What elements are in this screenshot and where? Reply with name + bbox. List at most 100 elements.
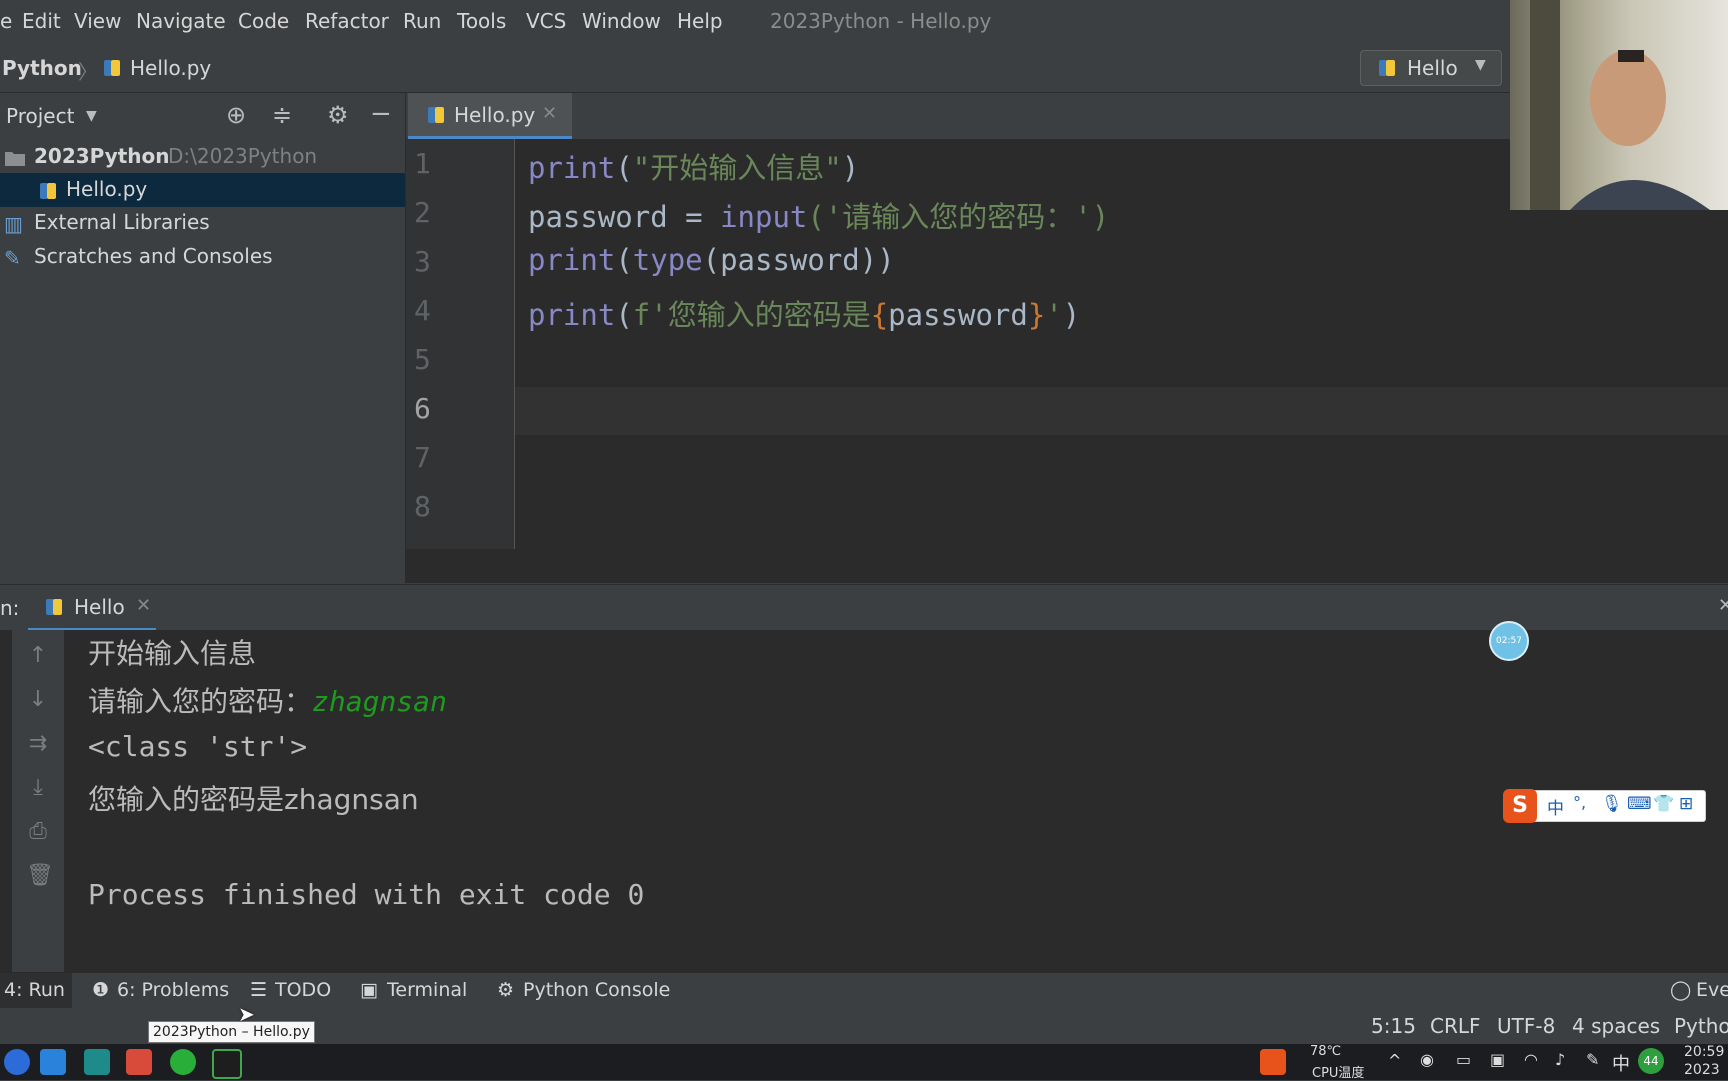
clock-time[interactable]: 20:59 (1684, 1044, 1724, 1060)
pen-icon[interactable]: ✎ (1586, 1050, 1599, 1069)
tree-item-label: Hello.py (66, 177, 148, 201)
python-icon (44, 597, 64, 617)
chevron-down-icon[interactable]: ▼ (86, 108, 97, 124)
tree-item-scratches[interactable]: ✎ Scratches and Consoles (0, 241, 405, 273)
recorder-timer-badge[interactable]: 02:57 (1489, 621, 1529, 661)
minimize-icon[interactable]: − (370, 99, 392, 129)
soft-wrap-icon[interactable]: ⇉ (26, 732, 50, 756)
event-log-icon: ◯ (1670, 979, 1692, 1001)
tab-problems[interactable]: 6: Problems (117, 979, 229, 1001)
python-file-icon (426, 105, 446, 125)
chevron-down-icon: ▼ (1475, 57, 1486, 73)
keyboard-icon[interactable]: ⌨ (1627, 794, 1652, 814)
menu-code[interactable]: Code (238, 9, 289, 33)
menu-file[interactable]: e (0, 9, 12, 33)
close-icon[interactable]: ✕ (1718, 595, 1728, 616)
menu-help[interactable]: Help (677, 9, 723, 33)
clock-date[interactable]: 2023 (1684, 1062, 1720, 1078)
tree-item-external-libraries[interactable]: ▥ External Libraries (0, 207, 405, 239)
mouse-cursor-icon: ➤ (238, 1002, 255, 1026)
webcam-overlay (1510, 0, 1728, 210)
run-console-output[interactable]: ↑ ↓ ⇉ ⤓ ⎙ 🗑 开始输入信息 请输入您的密码：zhagnsan <cla… (0, 630, 1728, 972)
project-view-selector[interactable]: Project (6, 104, 74, 128)
toolbox-icon[interactable]: ⊞ (1679, 794, 1693, 814)
line-number: 4 (414, 294, 431, 327)
wifi-icon[interactable]: ◠ (1524, 1050, 1538, 1069)
display-icon[interactable]: ▣ (1490, 1050, 1505, 1069)
info-icon: ❶ (92, 979, 110, 1001)
print-icon[interactable]: ⎙ (26, 820, 50, 844)
gear-icon[interactable]: ⚙ (327, 101, 349, 129)
browser-icon[interactable] (4, 1049, 30, 1075)
line-separator[interactable]: CRLF (1430, 1014, 1481, 1038)
tab-python-console[interactable]: Python Console (523, 979, 670, 1001)
menu-view[interactable]: View (74, 9, 121, 33)
tab-run-hello[interactable]: Hello ✕ (28, 585, 156, 631)
pycharm-icon[interactable] (212, 1049, 242, 1079)
collapse-all-icon[interactable]: ≑ (272, 101, 292, 129)
tree-item-label: External Libraries (34, 210, 210, 234)
locate-file-icon[interactable]: ⊕ (226, 101, 246, 129)
ime-punctuation-toggle[interactable]: °, (1573, 793, 1586, 812)
scroll-up-icon[interactable]: ↑ (26, 644, 50, 668)
caret-position[interactable]: 5:15 (1371, 1014, 1416, 1038)
wechat-tray-icon[interactable]: ◉ (1420, 1050, 1434, 1069)
battery-icon[interactable]: ▭ (1456, 1050, 1471, 1069)
tab-run-tool[interactable]: 4: Run (0, 973, 72, 1009)
run-toolbar: ↑ ↓ ⇉ ⤓ ⎙ 🗑 (12, 630, 64, 972)
tab-terminal[interactable]: Terminal (387, 979, 467, 1001)
tab-label: 4: Run (4, 979, 65, 1001)
python-file-icon (102, 58, 122, 78)
ime-indicator[interactable]: 中 (1612, 1050, 1630, 1076)
trash-icon[interactable]: 🗑 (26, 864, 54, 888)
file-encoding[interactable]: UTF-8 (1497, 1014, 1555, 1038)
menu-window[interactable]: Window (582, 9, 661, 33)
output-line-4: 您输入的密码是zhagnsan (88, 783, 419, 816)
taskbar-tooltip: 2023Python – Hello.py (148, 1021, 315, 1043)
window-title: 2023Python - Hello.py (770, 9, 992, 33)
scroll-to-end-icon[interactable]: ⤓ (26, 776, 50, 800)
menu-edit[interactable]: Edit (22, 9, 61, 33)
folder-icon (4, 148, 26, 166)
library-icon: ▥ (4, 212, 23, 236)
notification-badge[interactable]: 44 (1638, 1048, 1664, 1074)
chevron-up-icon[interactable]: ^ (1388, 1051, 1401, 1070)
skin-icon[interactable]: 👕 (1653, 794, 1674, 814)
breadcrumb-separator-icon: 〉 (78, 60, 98, 84)
tree-item-project-root[interactable]: 2023Python D:\2023Python (0, 141, 405, 173)
app-icon[interactable] (40, 1049, 66, 1075)
indentation[interactable]: 4 spaces (1572, 1014, 1660, 1038)
menu-vcs[interactable]: VCS (526, 9, 566, 33)
output-process-finished: Process finished with exit code 0 (88, 878, 645, 911)
wechat-icon[interactable] (170, 1049, 196, 1075)
output-line-3: <class 'str'> (88, 730, 308, 763)
app-icon[interactable] (84, 1049, 110, 1075)
scroll-down-icon[interactable]: ↓ (26, 688, 50, 712)
output-line-2: 请输入您的密码：zhagnsan (88, 685, 447, 718)
close-icon[interactable]: ✕ (542, 103, 557, 124)
menu-run[interactable]: Run (403, 9, 441, 33)
breadcrumb-project[interactable]: Python (2, 56, 82, 80)
line-number: 1 (414, 147, 431, 180)
tree-item-hello-py[interactable]: Hello.py (0, 173, 405, 207)
tab-event-log[interactable]: Eve (1696, 979, 1728, 1001)
project-panel: Project ▼ ⊕ ≑ ⚙ − 2023Python D:\2023Pyth… (0, 93, 406, 583)
close-icon[interactable]: ✕ (136, 595, 151, 616)
output-line-1: 开始输入信息 (88, 637, 257, 670)
current-line-highlight (515, 387, 1728, 435)
run-configuration-selector[interactable]: Hello ▼ (1360, 50, 1502, 86)
tab-todo[interactable]: TODO (275, 979, 331, 1001)
menu-tools[interactable]: Tools (457, 9, 506, 33)
project-root-name: 2023Python (34, 144, 170, 168)
python-interpreter[interactable]: Pytho (1674, 1014, 1728, 1038)
menu-navigate[interactable]: Navigate (136, 9, 226, 33)
volume-icon[interactable]: ♪ (1555, 1050, 1565, 1069)
microphone-icon[interactable]: 🎙 (1601, 794, 1623, 814)
tab-hello-py[interactable]: Hello.py ✕ (408, 93, 572, 139)
ime-toolbar[interactable]: S 中 °, 🎙 ⌨ 👕 ⊞ (1503, 789, 1706, 823)
app-icon[interactable] (126, 1049, 152, 1075)
ime-language-toggle[interactable]: 中 (1547, 794, 1564, 819)
breadcrumb-file[interactable]: Hello.py (130, 56, 211, 80)
menu-refactor[interactable]: Refactor (305, 9, 389, 33)
sogou-tray-icon[interactable] (1260, 1049, 1286, 1075)
